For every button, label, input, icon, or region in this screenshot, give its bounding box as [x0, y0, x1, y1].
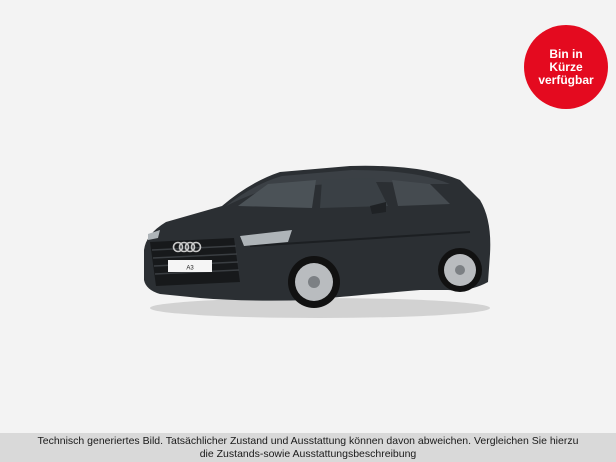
availability-badge: Bin in Kürze verfügbar — [524, 25, 608, 109]
badge-line-3: verfügbar — [538, 72, 594, 87]
disclaimer-line-1: Technisch generiertes Bild. Tatsächliche… — [37, 435, 579, 447]
car-image: A3 — [144, 165, 491, 318]
badge-line-1: Bin in — [549, 46, 583, 61]
vehicle-image-container: A3 Bin in Kürze verfügbar Technisch gene… — [0, 0, 616, 462]
vehicle-image-area: A3 Bin in Kürze verfügbar — [0, 0, 616, 433]
disclaimer-line-2: die Zustands-sowie Ausstattungsbeschreib… — [199, 448, 417, 460]
license-plate-text: A3 — [186, 266, 194, 272]
badge-line-2: Kürze — [549, 59, 583, 74]
image-disclaimer: Technisch generiertes Bild. Tatsächliche… — [0, 433, 616, 462]
